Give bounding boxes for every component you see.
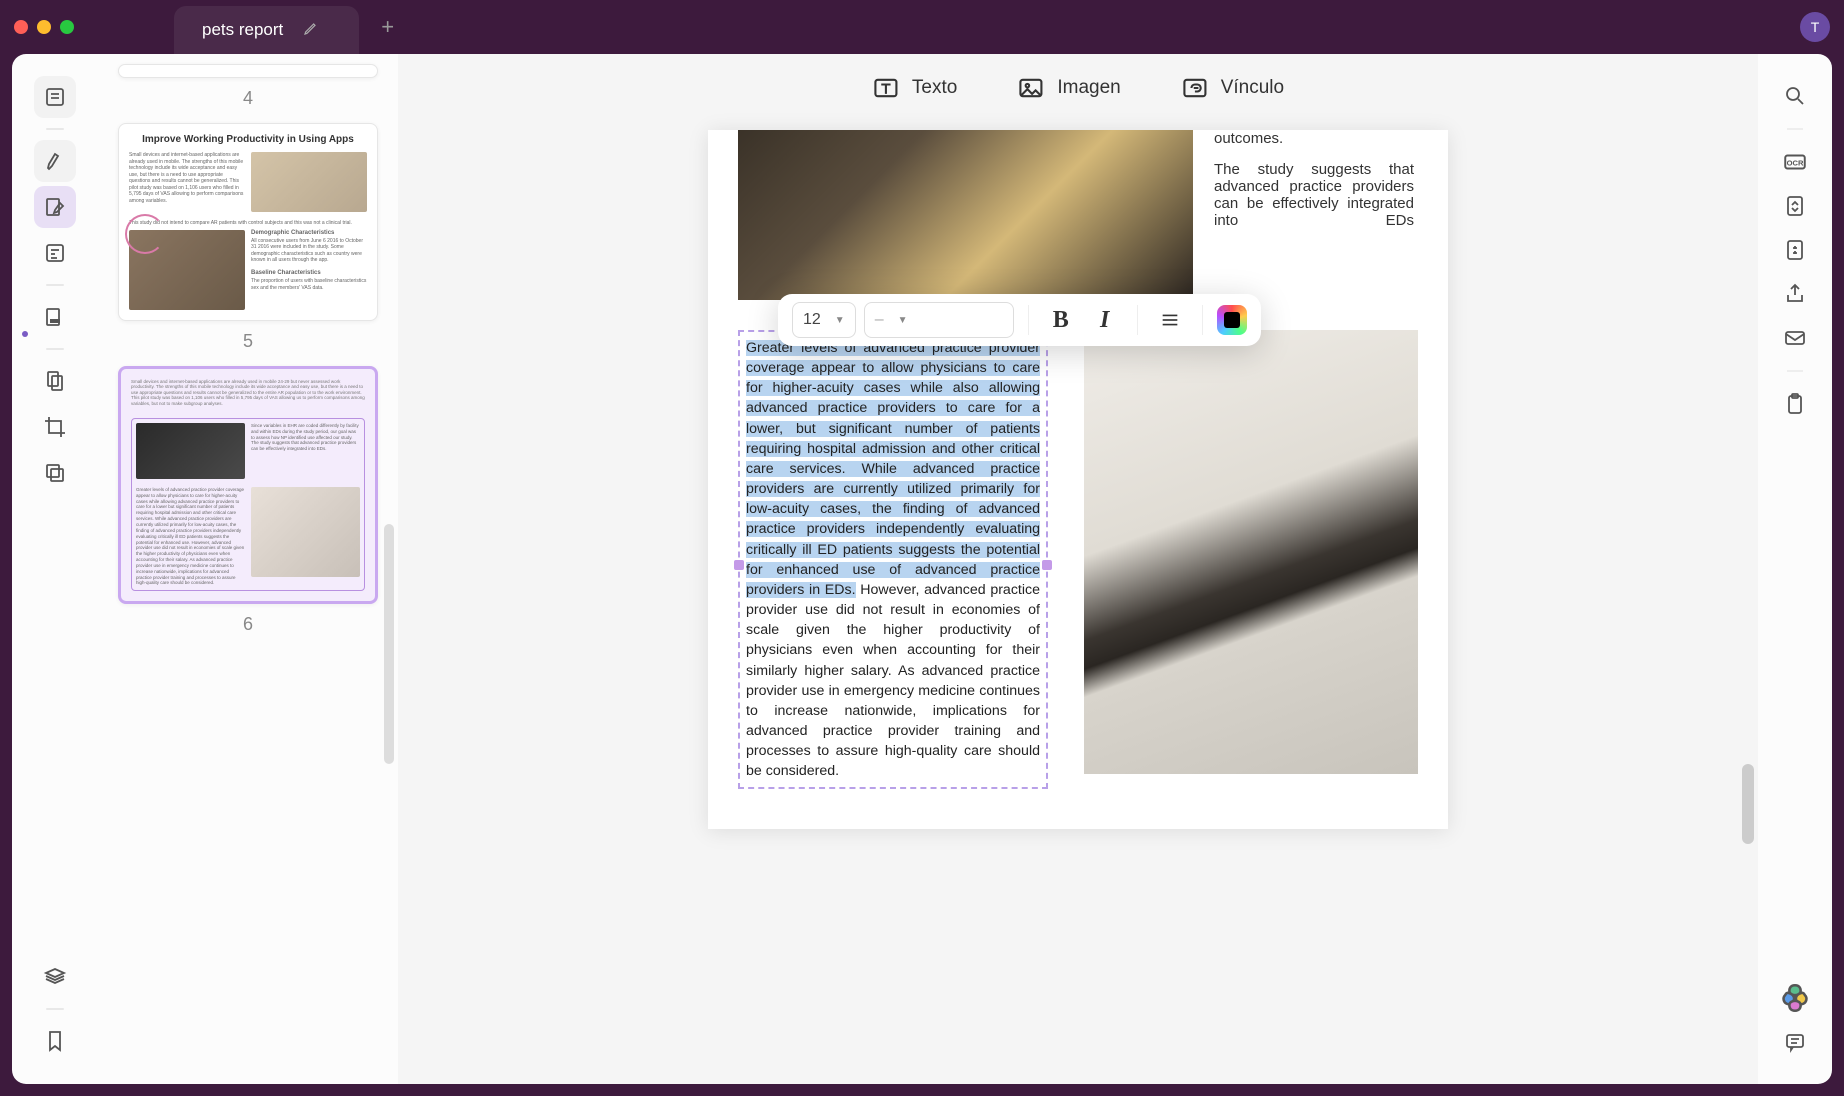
insert-text-button[interactable]: Texto: [872, 74, 957, 102]
thumb-title: Improve Working Productivity in Using Ap…: [129, 134, 367, 146]
current-color-swatch: [1224, 312, 1240, 328]
paragraph: outcomes.: [1214, 130, 1414, 147]
resize-handle-right[interactable]: [1042, 560, 1052, 570]
thumbnail-page-6[interactable]: Small devices and internet-based applica…: [118, 366, 378, 604]
text-selection-frame: Greater levels of advanced practice prov…: [738, 330, 1048, 789]
bookmark-tool[interactable]: [34, 1020, 76, 1062]
redact-tool[interactable]: [34, 296, 76, 338]
insert-image-label: Imagen: [1057, 77, 1120, 99]
font-size-select[interactable]: 12 ▼: [792, 302, 856, 338]
highlighter-tool[interactable]: [34, 140, 76, 182]
svg-text:OCR: OCR: [1787, 158, 1804, 167]
close-window-button[interactable]: [14, 20, 28, 34]
app-logo-icon[interactable]: [1775, 978, 1815, 1018]
insert-toolbar: Texto Imagen Vínculo: [872, 74, 1284, 102]
insert-link-button[interactable]: Vínculo: [1181, 74, 1284, 102]
thumbnail-number: 4: [118, 88, 378, 109]
bold-button[interactable]: B: [1043, 302, 1079, 338]
minimize-window-button[interactable]: [37, 20, 51, 34]
separator: [46, 1008, 64, 1010]
paragraph: The study suggests that advanced practic…: [1214, 161, 1414, 229]
insert-link-label: Vínculo: [1221, 77, 1284, 99]
tab-title: pets report: [202, 20, 283, 40]
chevron-down-icon: ▼: [898, 315, 908, 326]
font-family-value: –: [875, 311, 884, 329]
compress-button[interactable]: [1775, 230, 1815, 270]
add-tab-button[interactable]: +: [367, 14, 408, 40]
thumbnails-tool[interactable]: [34, 76, 76, 118]
page-text-top-right[interactable]: outcomes. The study suggests that advanc…: [1214, 130, 1414, 243]
separator: [1787, 370, 1803, 372]
chevron-down-icon: ▼: [835, 315, 845, 326]
editing-text-block[interactable]: Greater levels of advanced practice prov…: [738, 330, 1048, 789]
highlighted-text: Greater levels of advanced practice prov…: [746, 340, 1040, 598]
thumbnail-page-4-partial[interactable]: [118, 64, 378, 78]
comments-button[interactable]: [1775, 1022, 1815, 1062]
left-toolbar: [12, 54, 98, 1084]
separator: [1787, 128, 1803, 130]
align-button[interactable]: [1152, 302, 1188, 338]
text-color-button[interactable]: [1217, 305, 1247, 335]
separator: [46, 128, 64, 130]
title-bar: pets report + T: [0, 0, 1844, 54]
separator: [1028, 305, 1029, 335]
annotation-swirl-icon: [125, 214, 165, 254]
layers-tool[interactable]: [34, 452, 76, 494]
convert-button[interactable]: [1775, 186, 1815, 226]
maximize-window-button[interactable]: [60, 20, 74, 34]
separator: [1137, 305, 1138, 335]
stack-tool[interactable]: [34, 956, 76, 998]
thumbnail-panel: 4 Improve Working Productivity in Using …: [98, 54, 398, 1084]
thumb-heading: Demographic Characteristics: [251, 230, 334, 236]
document-page: outcomes. The study suggests that advanc…: [708, 130, 1448, 829]
body-text[interactable]: Greater levels of advanced practice prov…: [746, 338, 1040, 781]
active-indicator-dot: [22, 331, 28, 337]
separator: [1202, 305, 1203, 335]
email-button[interactable]: [1775, 318, 1815, 358]
thumbnail-number: 5: [118, 331, 378, 352]
insert-text-label: Texto: [912, 77, 957, 99]
edit-text-tool[interactable]: [34, 186, 76, 228]
page-manage-tool[interactable]: [34, 360, 76, 402]
right-toolbar: OCR: [1758, 54, 1832, 1084]
text-format-toolbar: 12 ▼ – ▼ B I: [778, 294, 1261, 346]
crop-tool[interactable]: [34, 406, 76, 448]
editor-scrollbar[interactable]: [1742, 764, 1754, 844]
share-button[interactable]: [1775, 274, 1815, 314]
separator: [46, 348, 64, 350]
body-text-rest: However, advanced practice provider use …: [746, 582, 1040, 779]
insert-image-button[interactable]: Imagen: [1017, 74, 1120, 102]
page-image-top[interactable]: [738, 130, 1193, 300]
font-family-select[interactable]: – ▼: [864, 302, 1014, 338]
form-tool[interactable]: [34, 232, 76, 274]
thumbnail-number: 6: [118, 614, 378, 635]
italic-button[interactable]: I: [1087, 302, 1123, 338]
editor-area: Texto Imagen Vínculo outcomes. The study…: [398, 54, 1758, 1084]
separator: [46, 284, 64, 286]
resize-handle-left[interactable]: [734, 560, 744, 570]
page-image-right[interactable]: [1084, 330, 1418, 774]
clipboard-button[interactable]: [1775, 384, 1815, 424]
main-window: 4 Improve Working Productivity in Using …: [12, 54, 1832, 1084]
ocr-button[interactable]: OCR: [1775, 142, 1815, 182]
document-tab[interactable]: pets report: [174, 6, 359, 54]
thumbnail-page-5[interactable]: Improve Working Productivity in Using Ap…: [118, 123, 378, 321]
user-avatar[interactable]: T: [1800, 12, 1830, 42]
tab-strip: pets report +: [174, 0, 408, 54]
pencil-icon: [303, 20, 319, 41]
thumb-heading: Baseline Characteristics: [251, 270, 321, 276]
font-size-value: 12: [803, 311, 821, 329]
window-controls: [14, 20, 74, 34]
thumbnail-scrollbar[interactable]: [384, 524, 394, 764]
search-button[interactable]: [1775, 76, 1815, 116]
